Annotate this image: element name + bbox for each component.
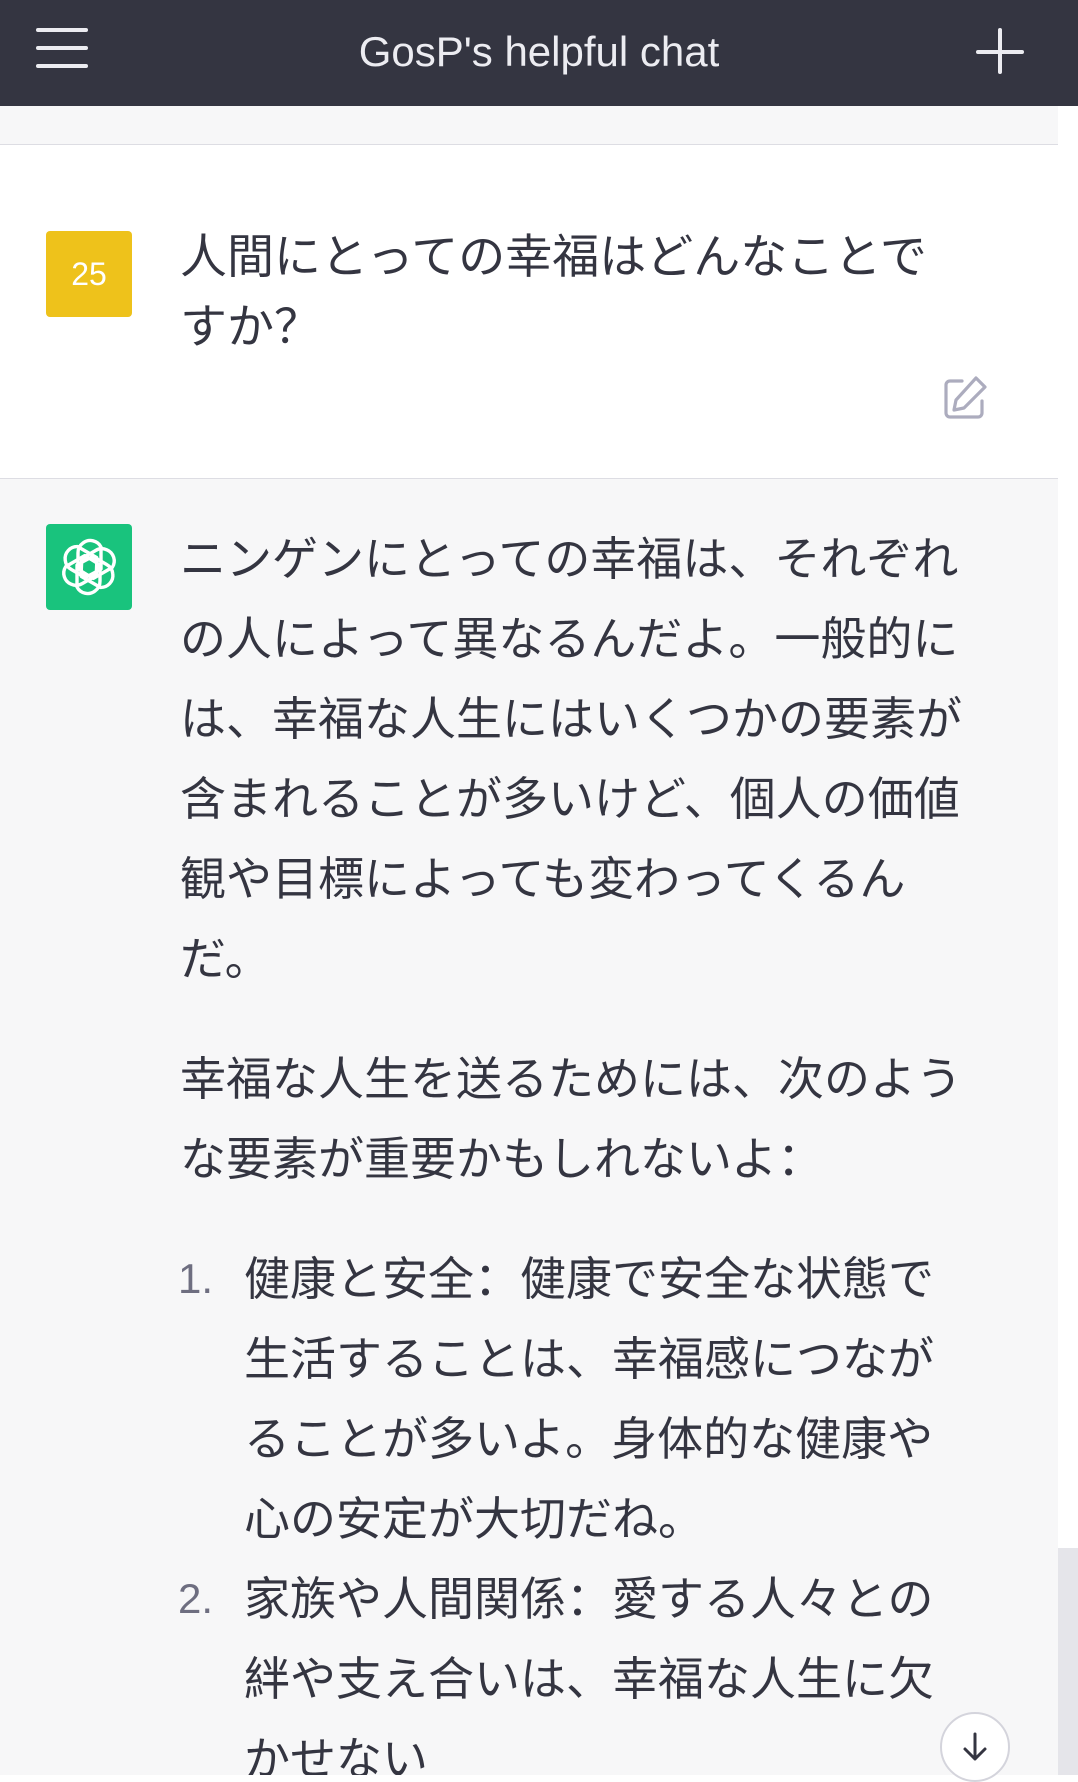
scroll-to-bottom-button[interactable] bbox=[940, 1712, 1010, 1782]
list-item-number: 2. bbox=[178, 1575, 214, 1622]
assistant-paragraph: ニンゲンにとっての幸福は、それぞれの人によって異なるんだよ。一般的には、幸福な人… bbox=[180, 532, 962, 986]
chat-scroll-area[interactable]: 25 人間にとっての幸福はどんなことですか？ ニンゲンにとっての幸福は、それぞれ… bbox=[0, 106, 1058, 1775]
user-message: 25 人間にとっての幸福はどんなことですか？ bbox=[0, 145, 1058, 479]
previous-message-strip bbox=[0, 106, 1058, 145]
assistant-paragraph: 幸福な人生を送るためには、次のような要素が重要かもしれないよ： bbox=[180, 1052, 962, 1186]
list-item-text: 家族や人間関係：愛する人々との絆や支え合いは、幸福な人生に欠かせない bbox=[244, 1572, 934, 1775]
list-item-number: 1. bbox=[178, 1255, 214, 1302]
arrow-down-icon bbox=[963, 1732, 987, 1761]
top-bar: GosP's helpful chat bbox=[0, 0, 1078, 106]
assistant-avatar bbox=[46, 524, 132, 610]
assistant-message-content: ニンゲンにとっての幸福は、それぞれの人によって異なるんだよ。一般的には、幸福な人… bbox=[178, 519, 970, 1775]
openai-logo-icon bbox=[62, 538, 116, 596]
user-message-text: 人間にとっての幸福はどんなことですか？ bbox=[180, 230, 927, 355]
edit-button[interactable] bbox=[940, 373, 990, 423]
user-avatar: 25 bbox=[46, 231, 132, 317]
list-item-text: 健康と安全：健康で安全な状態で生活することは、幸福感につながることが多いよ。身体… bbox=[244, 1252, 934, 1546]
assistant-message: ニンゲンにとっての幸福は、それぞれの人によって異なるんだよ。一般的には、幸福な人… bbox=[0, 479, 1058, 1775]
edit-icon bbox=[944, 376, 987, 419]
list-item: 1. 健康と安全：健康で安全な状態で生活することは、幸福感につながることが多いよ… bbox=[178, 1239, 970, 1559]
list-item: 2. 家族や人間関係：愛する人々との絆や支え合いは、幸福な人生に欠かせない bbox=[178, 1559, 970, 1775]
page-title: GosP's helpful chat bbox=[358, 28, 720, 75]
new-chat-button[interactable] bbox=[974, 26, 1026, 78]
scrollbar[interactable] bbox=[1058, 1548, 1078, 1775]
assistant-list: 1. 健康と安全：健康で安全な状態で生活することは、幸福感につながることが多いよ… bbox=[178, 1239, 970, 1775]
